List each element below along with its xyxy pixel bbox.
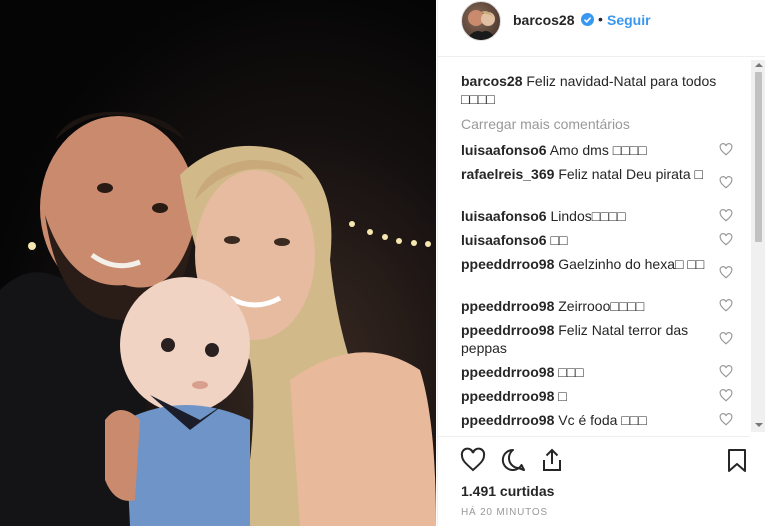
comment-username-link[interactable]: ppeeddrroo98 [461, 256, 554, 272]
comment-username-link[interactable]: ppeeddrroo98 [461, 412, 554, 428]
comment-text: Zeirrooo□□□□ [558, 298, 645, 314]
follow-button[interactable]: Seguir [607, 12, 651, 28]
comment-username-link[interactable]: ppeeddrroo98 [461, 364, 554, 380]
comment-item: ppeeddrroo98 Gaelzinho do hexa□ □□ [461, 255, 711, 273]
verified-badge-icon [581, 13, 594, 26]
comment-username-link[interactable]: luisaafonso6 [461, 142, 547, 158]
comment-text: Amo dms □□□□ [549, 142, 647, 158]
post-actions: 1.491 curtidas HÁ 20 MINUTOS [438, 436, 750, 527]
comment-username-link[interactable]: luisaafonso6 [461, 232, 547, 248]
comment-item: luisaafonso6 Lindos□□□□ [461, 207, 711, 225]
comments-list[interactable]: barcos28 Feliz navidad-Natal para todos … [438, 64, 750, 434]
comment-like-heart-icon[interactable] [719, 209, 733, 222]
comment-item: ppeeddrroo98 Feliz Natal terror das pepp… [461, 321, 711, 357]
comment-text: □□ [550, 232, 568, 248]
caption-emoji: □□□□ [461, 91, 495, 107]
comments-scrollbar[interactable] [751, 60, 765, 432]
comment-like-heart-icon[interactable] [719, 299, 733, 312]
comment-item: luisaafonso6 □□ [461, 231, 711, 249]
post-caption: barcos28 Feliz navidad-Natal para todos … [461, 72, 731, 108]
bookmark-icon[interactable] [724, 447, 750, 473]
load-more-comments-button[interactable]: Carregar mais comentários [461, 116, 630, 132]
comment-like-heart-icon[interactable] [719, 176, 733, 189]
comment-item: rafaelreis_369 Feliz natal Deu pirata □ [461, 165, 711, 183]
instagram-post: barcos28 • Seguir barcos28 Feliz navidad… [0, 0, 765, 526]
comment-text: Gaelzinho do hexa□ □□ [558, 256, 705, 272]
comment-username-link[interactable]: ppeeddrroo98 [461, 322, 554, 338]
scrollbar-thumb[interactable] [755, 72, 762, 242]
speech-bubble-icon[interactable] [500, 447, 526, 473]
comment-like-heart-icon[interactable] [719, 413, 733, 426]
header-username-link[interactable]: barcos28 [513, 12, 574, 28]
comment-username-link[interactable]: rafaelreis_369 [461, 166, 554, 182]
heart-outline-icon[interactable] [460, 447, 486, 473]
post-side-panel: barcos28 • Seguir barcos28 Feliz navidad… [437, 0, 765, 526]
likes-count[interactable]: 1.491 curtidas [461, 483, 554, 499]
share-upload-icon[interactable] [539, 447, 565, 473]
post-header: barcos28 • Seguir [438, 0, 765, 57]
comment-item: ppeeddrroo98 Vc é foda □□□ [461, 411, 711, 429]
comment-like-heart-icon[interactable] [719, 365, 733, 378]
comment-like-heart-icon[interactable] [719, 389, 733, 402]
caption-username-link[interactable]: barcos28 [461, 73, 522, 89]
comment-like-heart-icon[interactable] [719, 332, 733, 345]
comment-text: Lindos□□□□ [550, 208, 626, 224]
comment-text: Vc é foda □□□ [558, 412, 647, 428]
comment-like-heart-icon[interactable] [719, 143, 733, 156]
post-photo[interactable] [0, 0, 436, 526]
header-separator: • [598, 11, 603, 27]
comment-like-heart-icon[interactable] [719, 266, 733, 279]
comment-username-link[interactable]: luisaafonso6 [461, 208, 547, 224]
comment-text: □ [558, 388, 567, 404]
comment-like-heart-icon[interactable] [719, 233, 733, 246]
comment-item: ppeeddrroo98 □ [461, 387, 711, 405]
avatar[interactable] [461, 1, 501, 41]
scroll-down-arrow-icon[interactable] [755, 423, 763, 427]
comment-username-link[interactable]: ppeeddrroo98 [461, 388, 554, 404]
comment-text: Feliz natal Deu pirata □ [558, 166, 703, 182]
comment-text: □□□ [558, 364, 584, 380]
comment-item: ppeeddrroo98 Zeirrooo□□□□ [461, 297, 711, 315]
family-photo-illustration [0, 111, 436, 526]
comment-username-link[interactable]: ppeeddrroo98 [461, 298, 554, 314]
caption-text: Feliz navidad-Natal para todos [526, 73, 717, 89]
scroll-up-arrow-icon[interactable] [755, 63, 763, 67]
comment-item: luisaafonso6 Amo dms □□□□ [461, 141, 711, 159]
avatar-image [466, 10, 496, 40]
post-timestamp[interactable]: HÁ 20 MINUTOS [461, 507, 548, 518]
comment-item: ppeeddrroo98 □□□ [461, 363, 711, 381]
